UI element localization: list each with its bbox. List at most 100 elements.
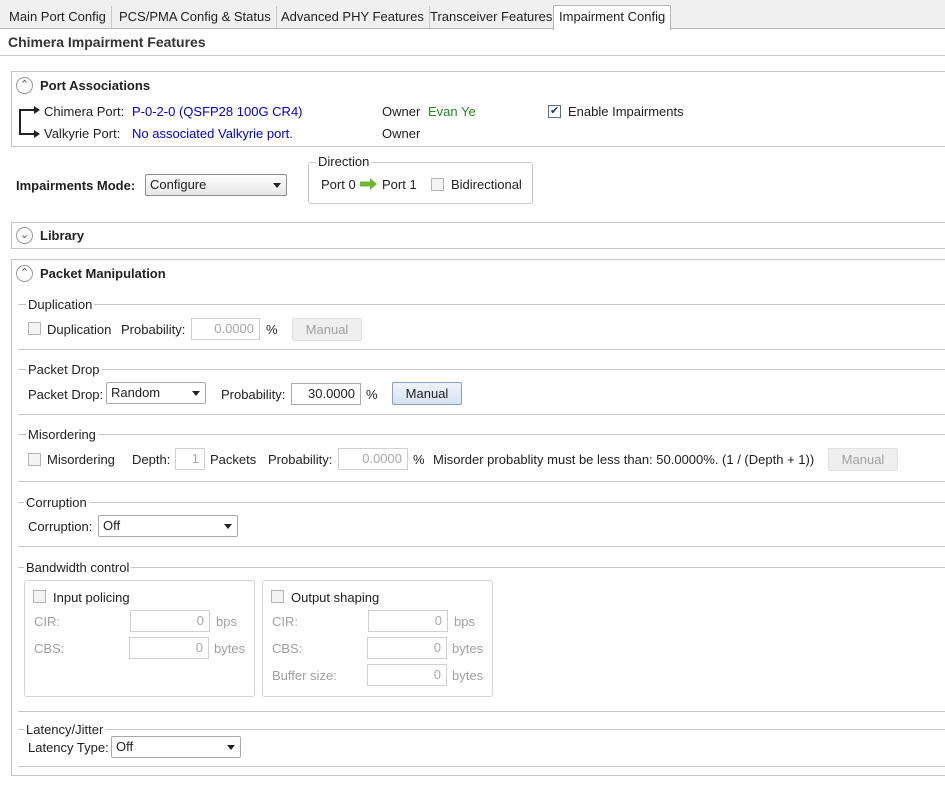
misordering-packets-label: Packets [210,452,257,467]
output-shaping-cir-unit: bps [454,614,475,629]
misordering-depth-input[interactable]: 1 [175,448,205,470]
bandwidth-control-group-bottom [18,711,945,712]
bidirectional-label: Bidirectional [451,177,522,192]
library-title: Library [40,228,85,243]
direction-to-port: Port 1 [382,177,417,192]
output-shaping-cbs-unit: bytes [452,641,484,656]
direction-legend: Direction [316,154,372,169]
misordering-probability-label: Probability: [268,452,333,467]
arrow-right-icon [360,178,377,190]
packet-drop-dropdown[interactable]: Random [106,382,206,404]
enable-impairments-checkbox[interactable] [548,104,561,118]
misordering-checkbox-label: Misordering [47,452,115,467]
bandwidth-control-legend: Bandwidth control [24,560,132,575]
packet-drop-percent-unit: % [366,387,378,402]
latency-type-label: Latency Type: [28,740,109,755]
input-policing-cir-label: CIR: [34,614,60,629]
packet-drop-group-bottom [18,414,945,415]
output-shaping-cbs-label: CBS: [272,641,303,656]
output-shaping-label: Output shaping [291,590,380,605]
title-divider [0,55,945,56]
misordering-group [18,434,945,435]
misordering-percent-unit: % [413,452,425,467]
duplication-probability-input[interactable]: 0.0000 [191,318,260,340]
packet-drop-value: Random [111,385,161,400]
impairments-mode-dropdown[interactable]: Configure [145,174,287,196]
duplication-checkbox[interactable] [28,322,41,335]
enable-impairments-label: Enable Impairments [568,104,684,119]
expand-library-icon[interactable]: ⌄ [16,227,33,244]
misordering-depth-label: Depth: [132,452,171,467]
impairments-mode-label: Impairments Mode: [16,178,136,193]
misordering-probability-input[interactable]: 0.0000 [338,448,408,470]
duplication-manual-button[interactable]: Manual [292,318,362,341]
corruption-group [18,502,945,503]
bandwidth-control-group [18,567,945,568]
duplication-group-bottom [18,349,945,350]
corruption-value: Off [103,518,121,533]
impairments-mode-value: Configure [150,177,207,192]
latency-type-dropdown[interactable]: Off [111,736,241,758]
tab-advanced-phy-features[interactable]: Advanced PHY Features [276,6,430,29]
collapse-port-associations-icon[interactable]: ⌃ [16,77,33,94]
packet-manipulation-title: Packet Manipulation [40,266,166,281]
latency-jitter-group-bottom [18,766,945,767]
chimera-owner-label: Owner [382,104,421,119]
tab-impairment-config[interactable]: Impairment Config [553,5,672,30]
output-shaping-cir-input[interactable]: 0 [368,610,448,632]
misordering-checkbox[interactable] [28,453,41,466]
chevron-down-icon [192,391,200,396]
chimera-owner-value: Evan Ye [428,104,476,119]
packet-drop-label: Packet Drop: [28,387,104,402]
duplication-checkbox-label: Duplication [47,322,112,337]
tab-main-port-config[interactable]: Main Port Config [4,6,112,29]
output-shaping-buffer-label: Buffer size: [272,668,337,683]
corruption-label: Corruption: [28,519,93,534]
page-title: Chimera Impairment Features [8,34,206,50]
misordering-legend: Misordering [26,427,98,442]
duplication-group [18,304,945,305]
chevron-down-icon [273,183,281,188]
misordering-manual-button[interactable]: Manual [828,448,898,471]
input-policing-label: Input policing [53,590,130,605]
packet-drop-probability-input[interactable]: 30.0000 [291,383,361,405]
output-shaping-checkbox[interactable] [271,590,284,603]
packet-drop-group [18,369,945,370]
output-shaping-cir-label: CIR: [272,614,298,629]
port-link-connector-icon [19,106,40,138]
output-shaping-buffer-input[interactable]: 0 [367,664,447,686]
latency-jitter-group [18,729,945,730]
bidirectional-checkbox[interactable] [431,178,444,191]
packet-drop-probability-label: Probability: [221,387,286,402]
chimera-port-label: Chimera Port: [44,104,125,119]
direction-from-port: Port 0 [321,177,356,192]
input-policing-cbs-unit: bytes [214,641,246,656]
latency-jitter-legend: Latency/Jitter [24,722,106,737]
tab-transceiver-features[interactable]: Transceiver Features [425,6,557,29]
chevron-down-icon [224,524,232,529]
packet-drop-legend: Packet Drop [26,362,102,377]
output-shaping-buffer-unit: bytes [452,668,484,683]
misordering-group-bottom [18,481,945,482]
collapse-packet-manipulation-icon[interactable]: ⌃ [16,265,33,282]
input-policing-cir-input[interactable]: 0 [130,610,210,632]
output-shaping-cbs-input[interactable]: 0 [367,637,447,659]
packet-drop-manual-button[interactable]: Manual [392,382,462,405]
duplication-legend: Duplication [26,297,95,312]
input-policing-checkbox[interactable] [33,590,46,603]
corruption-dropdown[interactable]: Off [98,515,238,537]
valkyrie-port-value: No associated Valkyrie port. [132,126,293,141]
corruption-legend: Corruption [24,495,89,510]
duplication-percent-unit: % [266,322,278,337]
tab-bar: Main Port Config PCS/PMA Config & Status… [0,0,945,30]
input-policing-cbs-input[interactable]: 0 [129,637,209,659]
tab-pcs-pma-config[interactable]: PCS/PMA Config & Status [114,6,277,29]
valkyrie-port-label: Valkyrie Port: [44,126,121,141]
chimera-port-value: P-0-2-0 (QSFP28 100G CR4) [132,104,303,119]
chevron-down-icon [227,745,235,750]
valkyrie-owner-label: Owner [382,126,421,141]
library-panel [11,222,945,249]
port-associations-title: Port Associations [40,78,151,93]
input-policing-cir-unit: bps [216,614,237,629]
duplication-probability-label: Probability: [121,322,186,337]
